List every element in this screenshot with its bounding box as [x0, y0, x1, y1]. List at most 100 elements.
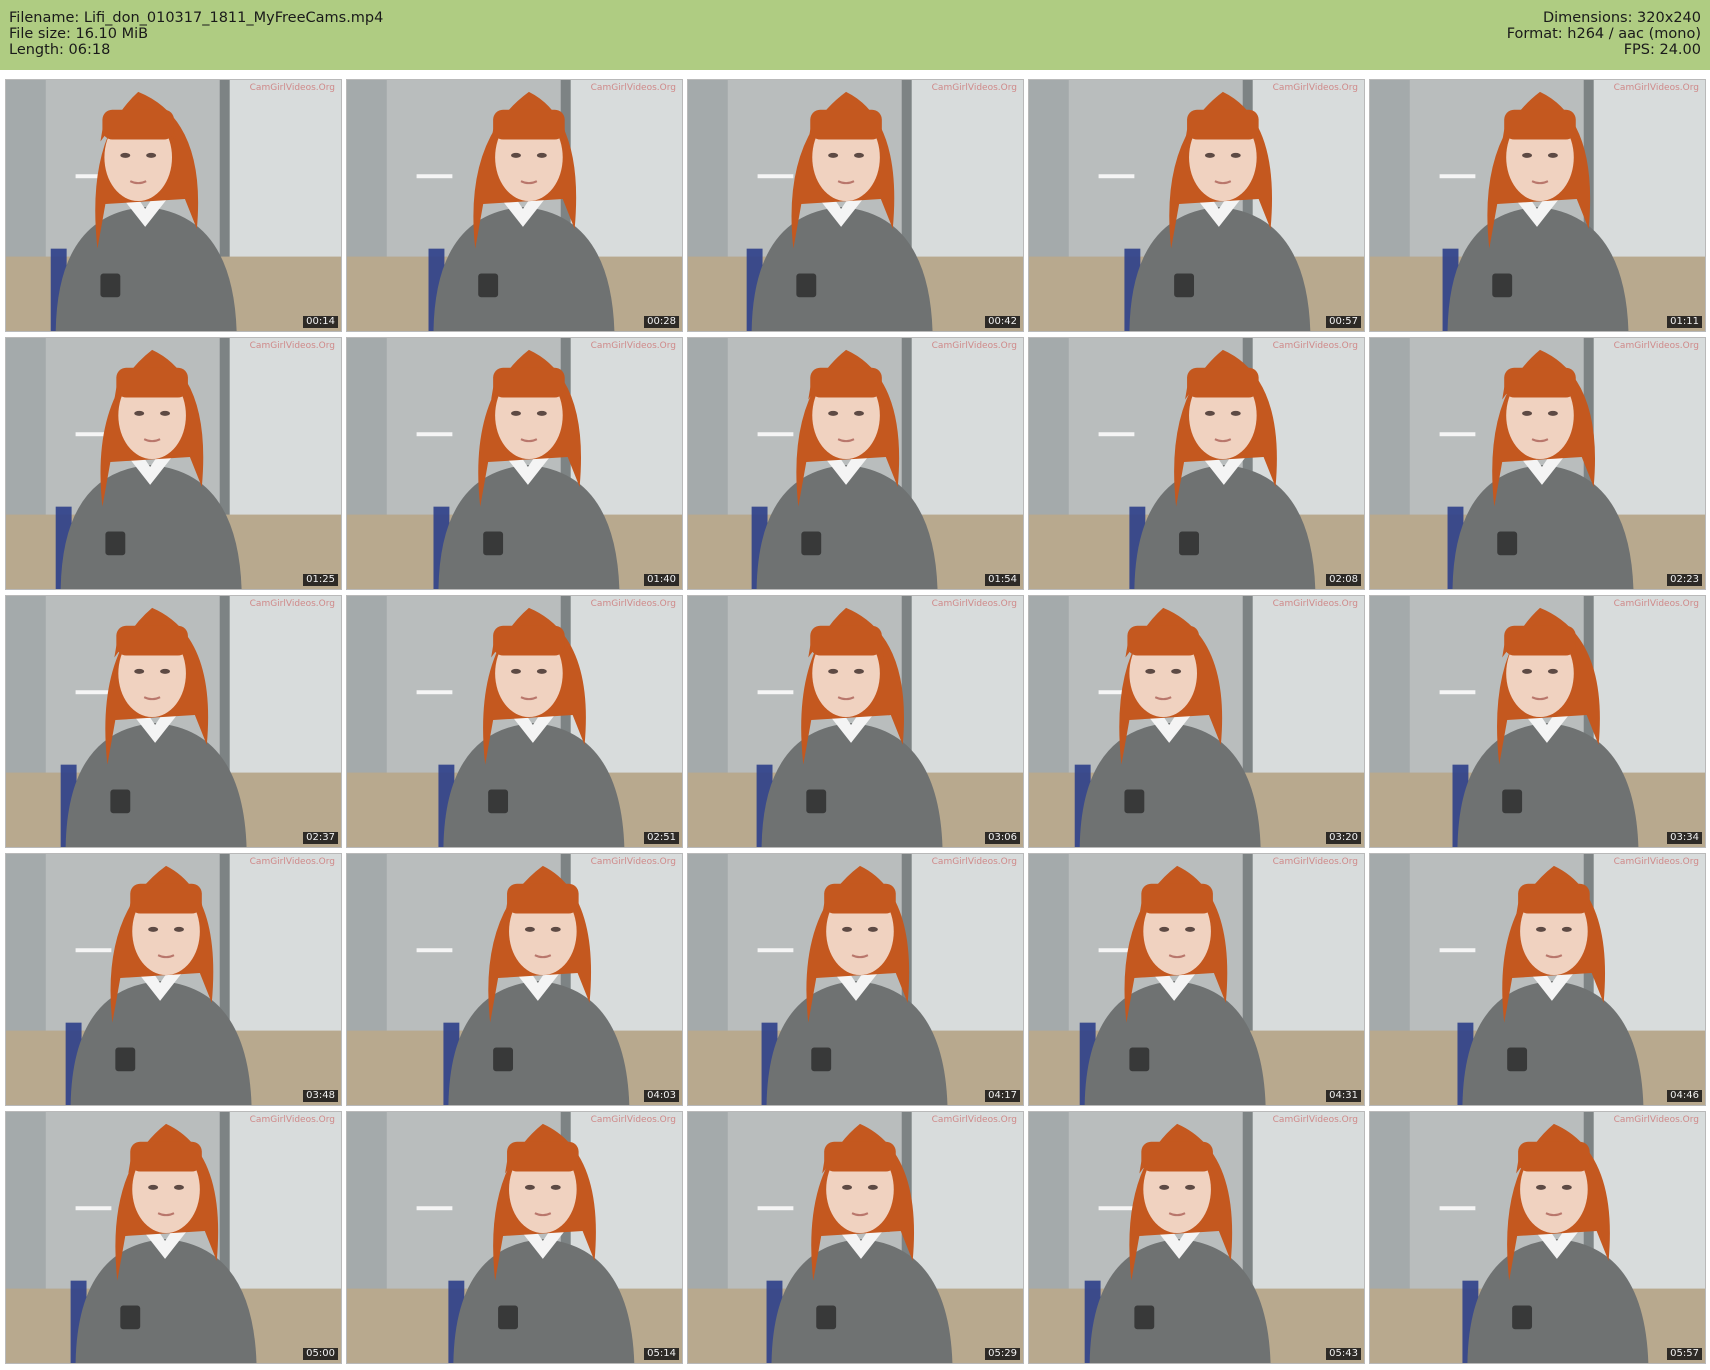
video-thumbnail: CamGirlVideos.Org 02:51: [346, 595, 683, 848]
video-thumbnail: CamGirlVideos.Org 01:54: [687, 337, 1024, 590]
thumbnail-frame-image: [6, 596, 341, 847]
video-thumbnail: CamGirlVideos.Org 03:48: [5, 853, 342, 1106]
timestamp-label: 05:57: [1667, 1348, 1702, 1360]
thumbnail-frame-image: [1029, 80, 1364, 331]
thumbnail-frame-image: [1370, 338, 1705, 589]
watermark-text: CamGirlVideos.Org: [590, 599, 676, 609]
timestamp-label: 00:14: [303, 316, 338, 328]
thumbnail-frame-image: [688, 80, 1023, 331]
thumbnail-frame-image: [688, 1112, 1023, 1363]
video-thumbnail: CamGirlVideos.Org 02:37: [5, 595, 342, 848]
timestamp-label: 02:51: [644, 832, 679, 844]
thumbnail-frame-image: [6, 1112, 341, 1363]
video-thumbnail: CamGirlVideos.Org 03:06: [687, 595, 1024, 848]
video-thumbnail: CamGirlVideos.Org 05:29: [687, 1111, 1024, 1364]
timestamp-label: 03:20: [1326, 832, 1361, 844]
thumbnail-frame-image: [1370, 596, 1705, 847]
timestamp-label: 01:40: [644, 574, 679, 586]
video-thumbnail: CamGirlVideos.Org 02:08: [1028, 337, 1365, 590]
thumbnail-frame-image: [6, 854, 341, 1105]
thumbnail-frame-image: [1370, 80, 1705, 331]
timestamp-label: 02:37: [303, 832, 338, 844]
video-thumbnail: CamGirlVideos.Org 01:11: [1369, 79, 1706, 332]
watermark-text: CamGirlVideos.Org: [931, 599, 1017, 609]
thumbnail-frame-image: [347, 338, 682, 589]
thumbnail-frame-image: [6, 338, 341, 589]
watermark-text: CamGirlVideos.Org: [590, 341, 676, 351]
timestamp-label: 00:28: [644, 316, 679, 328]
watermark-text: CamGirlVideos.Org: [590, 857, 676, 867]
video-thumbnail: CamGirlVideos.Org 02:23: [1369, 337, 1706, 590]
watermark-text: CamGirlVideos.Org: [590, 83, 676, 93]
timestamp-label: 03:34: [1667, 832, 1702, 844]
timestamp-label: 05:29: [985, 1348, 1020, 1360]
watermark-text: CamGirlVideos.Org: [1272, 83, 1358, 93]
timestamp-label: 04:31: [1326, 1090, 1361, 1102]
video-thumbnail: CamGirlVideos.Org 05:00: [5, 1111, 342, 1364]
timestamp-label: 03:48: [303, 1090, 338, 1102]
watermark-text: CamGirlVideos.Org: [931, 1115, 1017, 1125]
thumbnail-frame-image: [1029, 338, 1364, 589]
video-thumbnail: CamGirlVideos.Org 04:03: [346, 853, 683, 1106]
watermark-text: CamGirlVideos.Org: [931, 341, 1017, 351]
watermark-text: CamGirlVideos.Org: [249, 341, 335, 351]
watermark-text: CamGirlVideos.Org: [1613, 341, 1699, 351]
thumbnail-frame-image: [688, 338, 1023, 589]
timestamp-label: 04:46: [1667, 1090, 1702, 1102]
watermark-text: CamGirlVideos.Org: [1272, 599, 1358, 609]
watermark-text: CamGirlVideos.Org: [931, 857, 1017, 867]
watermark-text: CamGirlVideos.Org: [1272, 857, 1358, 867]
watermark-text: CamGirlVideos.Org: [1613, 857, 1699, 867]
thumbnail-grid: CamGirlVideos.Org 00:14 CamGirlVideos.Org…: [0, 0, 1710, 1370]
timestamp-label: 04:17: [985, 1090, 1020, 1102]
watermark-text: CamGirlVideos.Org: [249, 83, 335, 93]
timestamp-label: 01:54: [985, 574, 1020, 586]
video-thumbnail: CamGirlVideos.Org 03:34: [1369, 595, 1706, 848]
thumbnail-frame-image: [1029, 1112, 1364, 1363]
timestamp-label: 05:14: [644, 1348, 679, 1360]
video-thumbnail: CamGirlVideos.Org 03:20: [1028, 595, 1365, 848]
timestamp-label: 01:11: [1667, 316, 1702, 328]
timestamp-label: 00:57: [1326, 316, 1361, 328]
video-thumbnail: CamGirlVideos.Org 00:42: [687, 79, 1024, 332]
timestamp-label: 04:03: [644, 1090, 679, 1102]
timestamp-label: 05:43: [1326, 1348, 1361, 1360]
thumbnail-frame-image: [1029, 854, 1364, 1105]
watermark-text: CamGirlVideos.Org: [1613, 599, 1699, 609]
timestamp-label: 02:08: [1326, 574, 1361, 586]
watermark-text: CamGirlVideos.Org: [249, 1115, 335, 1125]
thumbnail-frame-image: [688, 854, 1023, 1105]
video-thumbnail: CamGirlVideos.Org 05:57: [1369, 1111, 1706, 1364]
thumbnail-frame-image: [1029, 596, 1364, 847]
video-thumbnail: CamGirlVideos.Org 01:25: [5, 337, 342, 590]
timestamp-label: 03:06: [985, 832, 1020, 844]
watermark-text: CamGirlVideos.Org: [931, 83, 1017, 93]
timestamp-label: 00:42: [985, 316, 1020, 328]
watermark-text: CamGirlVideos.Org: [1272, 341, 1358, 351]
thumbnail-frame-image: [1370, 1112, 1705, 1363]
thumbnail-frame-image: [347, 80, 682, 331]
timestamp-label: 01:25: [303, 574, 338, 586]
watermark-text: CamGirlVideos.Org: [1613, 1115, 1699, 1125]
video-thumbnail: CamGirlVideos.Org 01:40: [346, 337, 683, 590]
video-thumbnail: CamGirlVideos.Org 00:57: [1028, 79, 1365, 332]
watermark-text: CamGirlVideos.Org: [1613, 83, 1699, 93]
video-thumbnail: CamGirlVideos.Org 04:31: [1028, 853, 1365, 1106]
thumbnail-frame-image: [1370, 854, 1705, 1105]
video-thumbnail: CamGirlVideos.Org 05:43: [1028, 1111, 1365, 1364]
watermark-text: CamGirlVideos.Org: [590, 1115, 676, 1125]
thumbnail-frame-image: [347, 596, 682, 847]
thumbnail-frame-image: [6, 80, 341, 331]
video-thumbnail: CamGirlVideos.Org 00:28: [346, 79, 683, 332]
thumbnail-frame-image: [347, 854, 682, 1105]
video-thumbnail: CamGirlVideos.Org 04:17: [687, 853, 1024, 1106]
video-thumbnail: CamGirlVideos.Org 00:14: [5, 79, 342, 332]
thumbnail-frame-image: [347, 1112, 682, 1363]
video-thumbnail: CamGirlVideos.Org 04:46: [1369, 853, 1706, 1106]
timestamp-label: 05:00: [303, 1348, 338, 1360]
video-thumbnail: CamGirlVideos.Org 05:14: [346, 1111, 683, 1364]
watermark-text: CamGirlVideos.Org: [249, 857, 335, 867]
thumbnail-frame-image: [688, 596, 1023, 847]
watermark-text: CamGirlVideos.Org: [249, 599, 335, 609]
timestamp-label: 02:23: [1667, 574, 1702, 586]
